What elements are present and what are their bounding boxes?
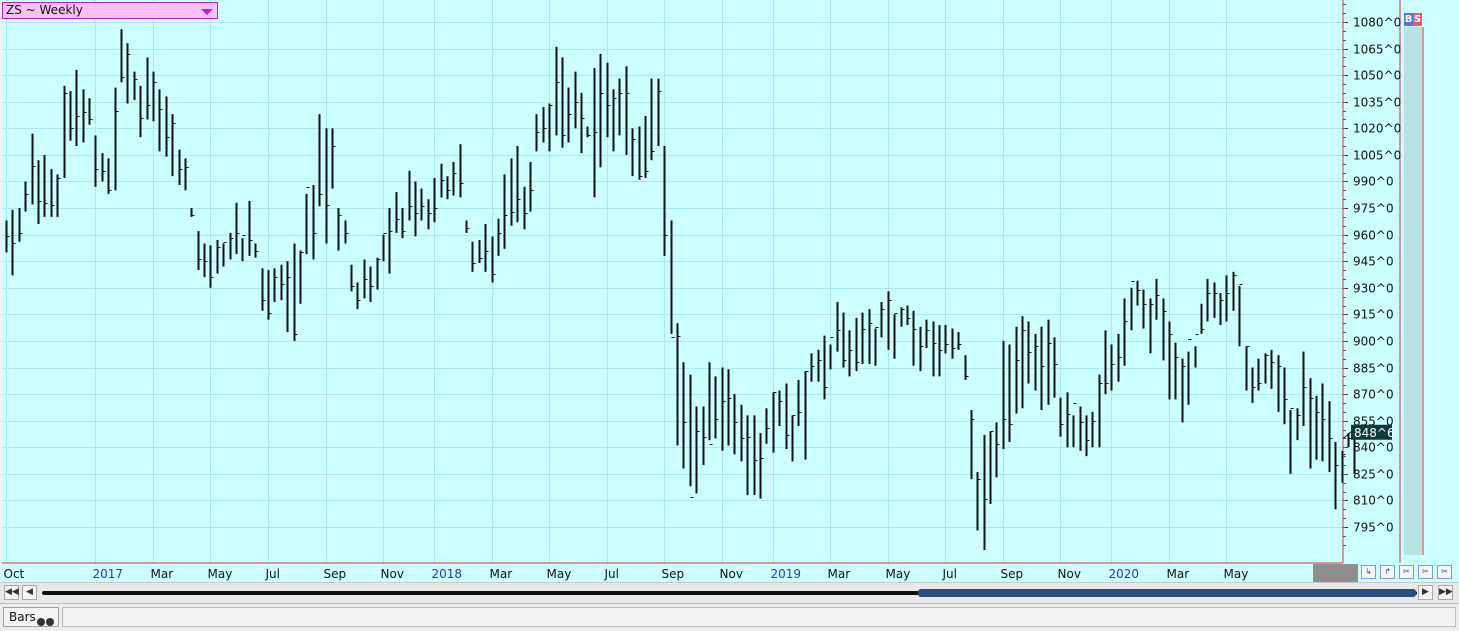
time-tick-label: Jul — [265, 567, 280, 581]
price-tick-label: 975^0 — [1353, 202, 1394, 216]
time-tick-label: May — [547, 567, 572, 581]
price-tick-label: 945^0 — [1353, 255, 1394, 269]
time-tick-label: Mar — [828, 567, 851, 581]
time-tick-label: May — [208, 567, 233, 581]
price-tick-label: 1080^0 — [1353, 16, 1401, 30]
time-tick-label: 2017 — [93, 567, 124, 581]
buy-button[interactable]: B — [1404, 13, 1413, 26]
scroll-left-icon[interactable]: ◀ — [22, 585, 37, 600]
scroll-thumb[interactable] — [918, 589, 1416, 597]
price-tick-label: 840^0 — [1353, 441, 1394, 455]
price-tick-label: 795^0 — [1353, 521, 1394, 535]
price-tick-label: 1020^0 — [1353, 122, 1401, 136]
price-tick-label: 915^0 — [1353, 308, 1394, 322]
zoom-out-icon[interactable]: ✂ — [1418, 565, 1433, 579]
chart-area[interactable]: 1080^0 1065^0 1050^0 1035^0 1020^0 1005^0 990^… — [0, 0, 1459, 582]
jump-last-icon[interactable]: ▶▶ — [1438, 585, 1453, 600]
time-tick-label: Sep — [662, 567, 685, 581]
symbol-label: ZS ~ Weekly — [6, 3, 83, 17]
time-tick-label: Nov — [720, 567, 743, 581]
time-tick-label: Sep — [324, 567, 347, 581]
price-tick-label: 1035^0 — [1353, 96, 1401, 110]
time-tick-label: 2020 — [1109, 567, 1140, 581]
price-tick-label: 960^0 — [1353, 229, 1394, 243]
time-tick-label: May — [1224, 567, 1249, 581]
unlink-icon[interactable]: ↱ — [1380, 565, 1395, 579]
reset-zoom-icon[interactable]: ✂ — [1437, 565, 1452, 579]
price-chart[interactable]: 1080^0 1065^0 1050^0 1035^0 1020^0 1005^0 990^… — [0, 0, 1459, 582]
price-tick-label: 1005^0 — [1353, 149, 1401, 163]
bars-tab-label: Bars — [9, 610, 36, 624]
sell-button[interactable]: S — [1413, 13, 1422, 26]
time-tick-label: 2019 — [771, 567, 802, 581]
jump-first-icon[interactable]: ◀◀ — [4, 585, 19, 600]
price-tick-label: 1065^0 — [1353, 43, 1401, 57]
price-tick-label: 810^0 — [1353, 494, 1394, 508]
price-tick-label: 930^0 — [1353, 282, 1394, 296]
time-tick-label: Mar — [1167, 567, 1190, 581]
scroll-right-icon[interactable]: ▶ — [1418, 585, 1433, 600]
bars-tab[interactable]: Bars — [3, 607, 59, 627]
right-panel-strip — [1404, 27, 1422, 555]
time-tick-label: Jul — [942, 567, 957, 581]
price-tick-label: 870^0 — [1353, 388, 1394, 402]
price-tick-label: 990^0 — [1353, 175, 1394, 189]
link-icon[interactable]: ↳ — [1361, 565, 1376, 579]
zoom-in-icon[interactable]: ✂ — [1399, 565, 1414, 579]
status-bar: Bars — [0, 603, 1459, 630]
price-tick-label: 825^0 — [1353, 468, 1394, 482]
time-tick-label: Nov — [1058, 567, 1081, 581]
time-tick-label: May — [886, 567, 911, 581]
last-price-label: 848^6 — [1354, 426, 1395, 440]
time-tick-label: 2018 — [432, 567, 463, 581]
symbol-selector[interactable]: ZS ~ Weekly — [2, 2, 218, 19]
bars-style-icon[interactable] — [36, 613, 54, 631]
time-tick-label: Jul — [604, 567, 619, 581]
time-tick-label: Mar — [151, 567, 174, 581]
navigation-bar: ◀◀ ◀ ▶ ▶▶ — [0, 582, 1459, 603]
status-field — [62, 607, 1456, 627]
time-axis-scroll-shade — [1313, 564, 1358, 582]
time-tick-label: Sep — [1001, 567, 1024, 581]
dropdown-caret-icon[interactable] — [201, 9, 213, 15]
time-tick-label: Nov — [381, 567, 404, 581]
buy-sell-buttons: BS — [1404, 13, 1422, 26]
price-tick-label: 900^0 — [1353, 335, 1394, 349]
time-tick-label: Mar — [490, 567, 513, 581]
price-tick-label: 885^0 — [1353, 362, 1394, 376]
time-tick-label: Oct — [4, 567, 25, 581]
price-tick-label: 1050^0 — [1353, 69, 1401, 83]
